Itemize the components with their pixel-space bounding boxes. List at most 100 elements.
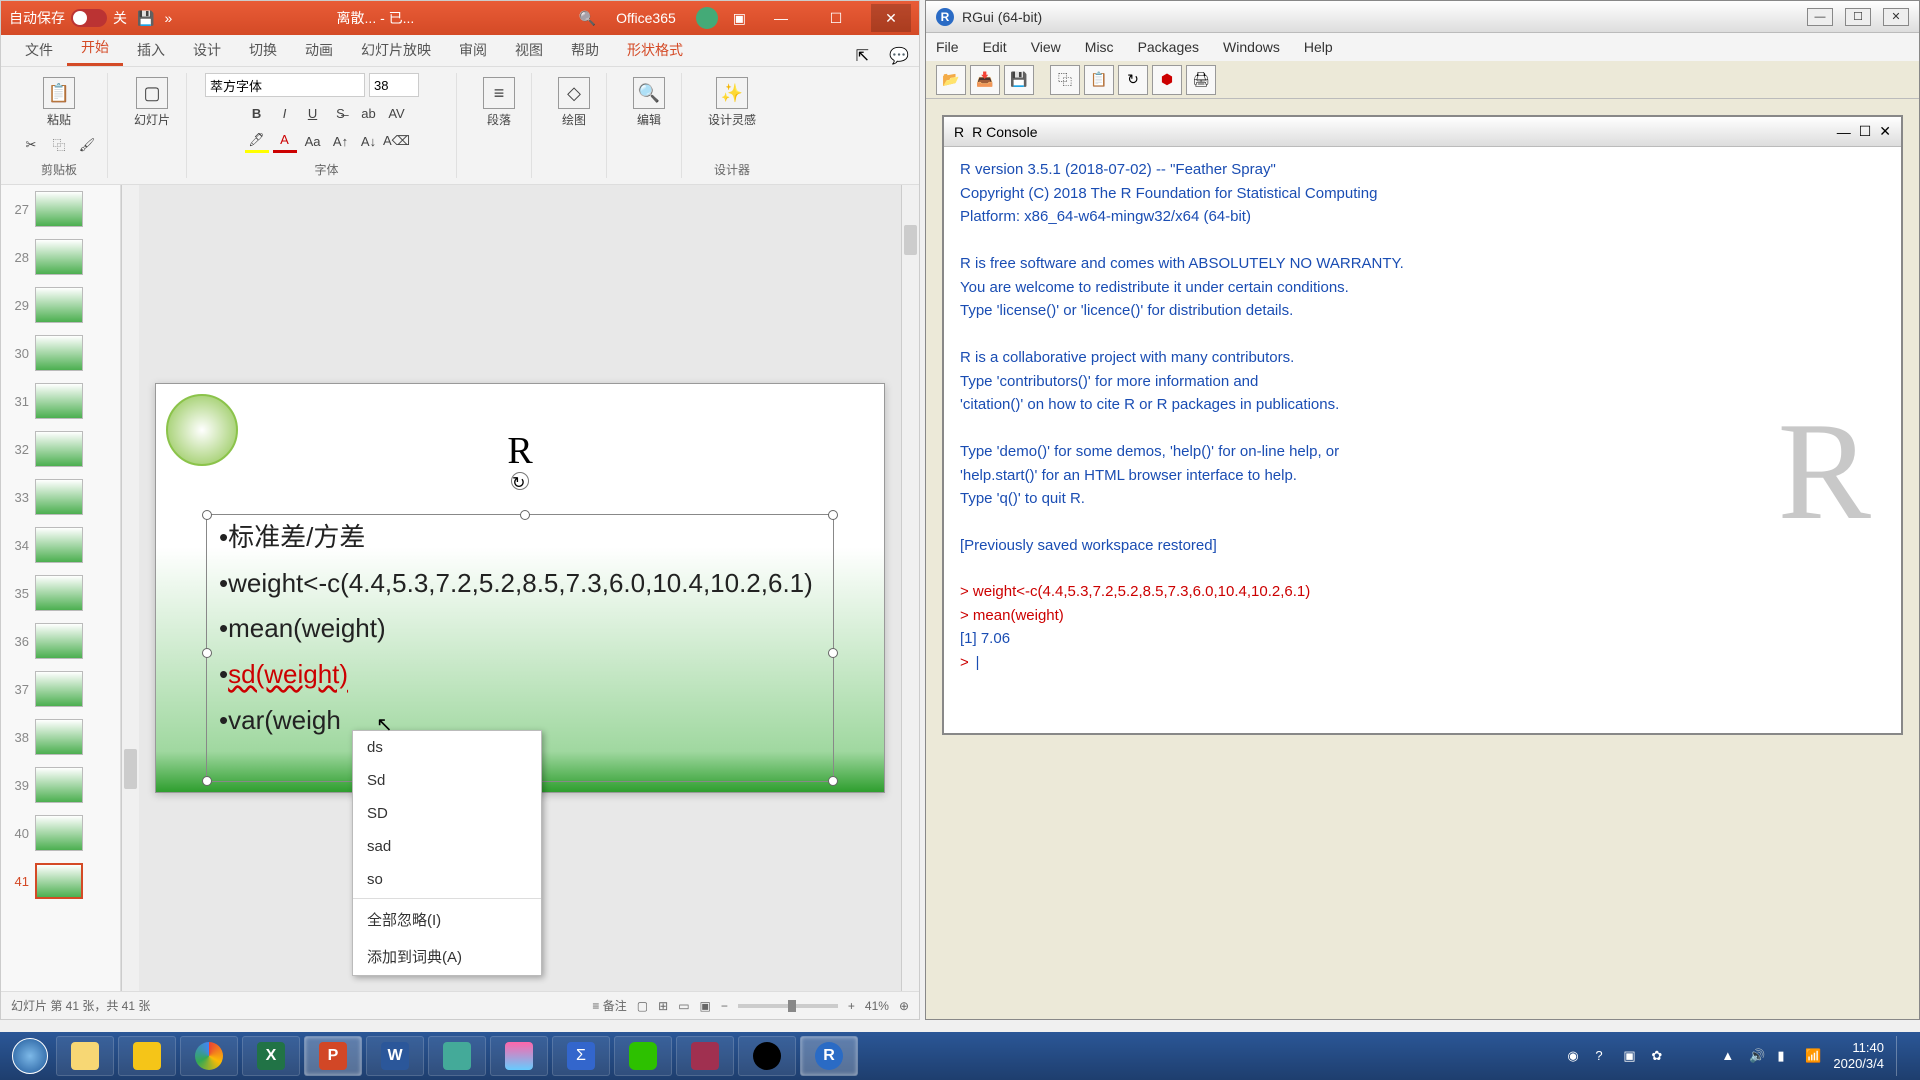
close-button[interactable]: ✕ xyxy=(1883,8,1909,26)
tray-icon[interactable]: ▣ xyxy=(1623,1048,1639,1064)
taskbar-app[interactable] xyxy=(490,1036,548,1076)
slide-title[interactable]: R xyxy=(507,429,532,473)
console-prompt[interactable]: > xyxy=(960,654,973,671)
stop-icon[interactable]: ⬢ xyxy=(1152,65,1182,95)
network-icon[interactable]: 📶 xyxy=(1805,1048,1821,1064)
suggestion-item[interactable]: SD xyxy=(353,797,541,830)
tab-review[interactable]: 审阅 xyxy=(445,34,501,66)
taskbar-player[interactable] xyxy=(118,1036,176,1076)
tab-insert[interactable]: 插入 xyxy=(123,34,179,66)
normal-view-icon[interactable]: ▢ xyxy=(637,999,648,1013)
show-desktop-button[interactable] xyxy=(1896,1036,1904,1076)
taskbar-word[interactable]: W xyxy=(366,1036,424,1076)
resize-handle[interactable] xyxy=(828,776,838,786)
paste-button[interactable]: 📋 粘贴 xyxy=(35,73,83,132)
run-icon[interactable]: ↻ xyxy=(1118,65,1148,95)
change-case-button[interactable]: Aa xyxy=(301,129,325,153)
copy-icon[interactable]: ⿻ xyxy=(47,133,71,157)
tab-animation[interactable]: 动画 xyxy=(291,34,347,66)
console-maximize-button[interactable]: ☐ xyxy=(1859,123,1872,140)
minimize-button[interactable]: — xyxy=(1807,8,1833,26)
resize-handle[interactable] xyxy=(202,648,212,658)
ignore-all-item[interactable]: 全部忽略(I) xyxy=(353,901,541,938)
taskbar-mathtype[interactable]: Σ xyxy=(552,1036,610,1076)
save-icon[interactable]: 💾 xyxy=(137,10,154,27)
tab-shape-format[interactable]: 形状格式 xyxy=(613,34,697,66)
italic-button[interactable]: I xyxy=(273,101,297,125)
zoom-level[interactable]: 41% xyxy=(865,999,889,1013)
tray-icon[interactable]: ◉ xyxy=(1567,1048,1583,1064)
zoom-out-button[interactable]: − xyxy=(721,999,728,1013)
tray-icon[interactable]: ✿ xyxy=(1651,1048,1667,1064)
taskbar-chrome[interactable] xyxy=(180,1036,238,1076)
fit-button[interactable]: ⊕ xyxy=(899,999,909,1013)
designer-button[interactable]: ✨ 设计灵感 xyxy=(700,73,764,132)
menu-help[interactable]: Help xyxy=(1304,39,1333,55)
new-slide-button[interactable]: ▢ 幻灯片 xyxy=(126,73,178,132)
suggestion-item[interactable]: ds xyxy=(353,731,541,764)
suggestion-item[interactable]: sad xyxy=(353,830,541,863)
taskbar-wechat[interactable] xyxy=(614,1036,672,1076)
thumb-scrollbar[interactable] xyxy=(121,185,139,991)
bold-button[interactable]: B xyxy=(245,101,269,125)
taskbar-powerpoint[interactable]: P xyxy=(304,1036,362,1076)
battery-icon[interactable]: ▮ xyxy=(1777,1048,1793,1064)
format-painter-icon[interactable]: 🖌 xyxy=(75,133,99,157)
paragraph-button[interactable]: ≡ 段落 xyxy=(475,73,523,132)
load-icon[interactable]: 📥 xyxy=(970,65,1000,95)
font-size-select[interactable] xyxy=(369,73,419,97)
sorter-view-icon[interactable]: ⊞ xyxy=(658,999,668,1013)
autosave-toggle[interactable]: 自动保存 关 xyxy=(9,8,127,28)
shadow-button[interactable]: ab xyxy=(357,101,381,125)
highlight-button[interactable]: 🖊 xyxy=(245,129,269,153)
taskbar-file-explorer[interactable] xyxy=(56,1036,114,1076)
resize-handle[interactable] xyxy=(202,510,212,520)
tab-design[interactable]: 设计 xyxy=(179,34,235,66)
slide-thumbnails-panel[interactable]: 27 28 29 30 31 32 33 34 35 36 37 38 39 4… xyxy=(1,185,121,991)
r-console-output[interactable]: R version 3.5.1 (2018-07-02) -- "Feather… xyxy=(944,147,1901,733)
menu-packages[interactable]: Packages xyxy=(1138,39,1199,55)
tray-help-icon[interactable]: ? xyxy=(1595,1048,1611,1064)
underline-button[interactable]: U xyxy=(301,101,325,125)
tab-file[interactable]: 文件 xyxy=(11,34,67,66)
editing-button[interactable]: 🔍 编辑 xyxy=(625,73,673,132)
rotate-handle-icon[interactable]: ↻ xyxy=(511,472,529,490)
start-button[interactable] xyxy=(6,1036,54,1076)
open-icon[interactable]: 📂 xyxy=(936,65,966,95)
font-name-select[interactable] xyxy=(205,73,365,97)
taskbar-excel[interactable]: X xyxy=(242,1036,300,1076)
copy-icon[interactable]: ⿻ xyxy=(1050,65,1080,95)
menu-view[interactable]: View xyxy=(1031,39,1061,55)
account-icon[interactable] xyxy=(696,7,718,29)
share-icon[interactable]: ⇱ xyxy=(856,46,869,66)
tab-home[interactable]: 开始 xyxy=(67,31,123,66)
strikethrough-button[interactable]: S̶ xyxy=(329,101,353,125)
increase-font-button[interactable]: A↑ xyxy=(329,129,353,153)
slideshow-view-icon[interactable]: ▣ xyxy=(700,999,711,1013)
zoom-in-button[interactable]: + xyxy=(848,999,855,1013)
resize-handle[interactable] xyxy=(520,510,530,520)
search-icon[interactable]: 🔍 xyxy=(579,10,596,27)
menu-windows[interactable]: Windows xyxy=(1223,39,1280,55)
drawing-button[interactable]: ◇ 绘图 xyxy=(550,73,598,132)
tab-help[interactable]: 帮助 xyxy=(557,34,613,66)
minimize-button[interactable]: — xyxy=(761,4,801,32)
add-to-dictionary-item[interactable]: 添加到词典(A) xyxy=(353,938,541,975)
more-icon[interactable]: » xyxy=(164,10,172,26)
console-close-button[interactable]: ✕ xyxy=(1879,123,1891,140)
taskbar-clock[interactable]: 11:40 2020/3/4 xyxy=(1833,1040,1884,1071)
cut-icon[interactable]: ✂ xyxy=(19,133,43,157)
console-minimize-button[interactable]: — xyxy=(1837,124,1851,140)
tab-transition[interactable]: 切换 xyxy=(235,34,291,66)
slide-scrollbar[interactable] xyxy=(901,185,919,991)
reading-view-icon[interactable]: ▭ xyxy=(678,999,689,1013)
decrease-font-button[interactable]: A↓ xyxy=(357,129,381,153)
paste-icon[interactable]: 📋 xyxy=(1084,65,1114,95)
taskbar-qq[interactable] xyxy=(738,1036,796,1076)
window-layout-icon[interactable]: ▣ xyxy=(733,10,746,27)
tab-view[interactable]: 视图 xyxy=(501,34,557,66)
menu-edit[interactable]: Edit xyxy=(983,39,1007,55)
menu-misc[interactable]: Misc xyxy=(1085,39,1114,55)
zoom-slider[interactable] xyxy=(738,1004,838,1008)
save-icon[interactable]: 💾 xyxy=(1004,65,1034,95)
